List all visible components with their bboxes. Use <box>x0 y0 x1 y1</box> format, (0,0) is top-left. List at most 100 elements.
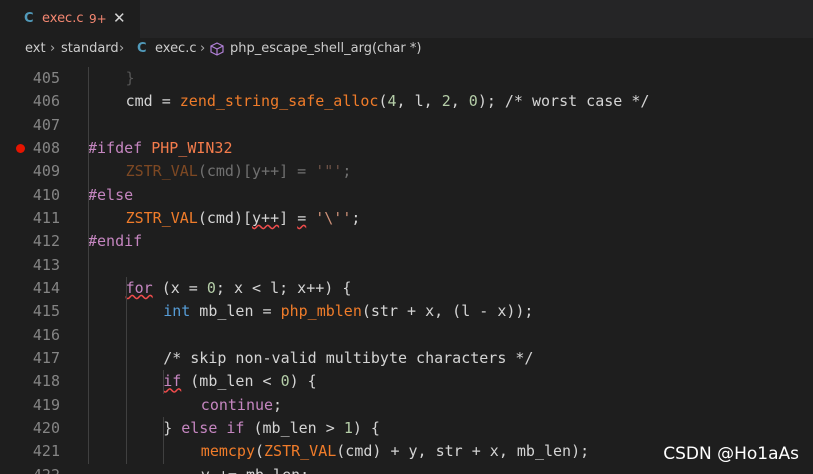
code-token: ; <box>342 162 352 181</box>
code-token: continue <box>200 395 274 414</box>
line-number: 416 <box>32 325 60 344</box>
breadcrumb-item-ext[interactable]: ext <box>25 41 46 56</box>
breadcrumb-item-standard[interactable]: standard <box>61 41 119 56</box>
code-token: 0 <box>206 278 216 297</box>
tab-bar: C exec.c 9+ ✕ <box>0 0 813 38</box>
code-token: = <box>152 92 180 111</box>
code-line[interactable]: 406 cmd = zend_string_safe_alloc(4, l, 2,… <box>0 90 813 113</box>
code-token: 1 <box>343 418 353 437</box>
chevron-right-icon: › <box>50 41 56 56</box>
code-editor[interactable]: 405} 406 cmd = zend_string_safe_alloc(4, l… <box>0 62 813 474</box>
code-line[interactable]: 412 #endif <box>0 230 813 253</box>
code-line[interactable]: 410 #else <box>0 184 813 207</box>
code-line[interactable]: 407 <box>0 114 813 137</box>
code-text: ZSTR_VAL(cmd)[y++] = '\''; <box>126 207 361 230</box>
line-number: 411 <box>32 208 60 227</box>
code-token: 4 <box>387 92 397 111</box>
code-line[interactable]: 422 y += mb_len; <box>0 464 813 474</box>
code-text: ZSTR_VAL(cmd)[y++] = '"'; <box>126 160 352 183</box>
code-token: , l, <box>396 92 442 111</box>
code-text: } <box>126 67 135 90</box>
code-token: else if <box>181 418 245 437</box>
chevron-right-icon: › <box>200 41 206 56</box>
code-text: y += mb_len; <box>201 464 309 474</box>
code-text: for (x = 0; x < l; x++) { <box>126 277 352 300</box>
code-token: ZSTR_VAL <box>125 208 198 227</box>
code-token: ZSTR_VAL <box>264 442 337 461</box>
code-token: ++ <box>261 162 280 181</box>
chevron-right-icon: › <box>119 41 125 56</box>
code-text: #ifdef PHP_WIN32 <box>88 137 233 160</box>
watermark: CSDN @Ho1aAs <box>663 444 799 464</box>
code-text: /* skip non-valid multibyte characters *… <box>163 347 533 370</box>
code-token: php_mblen <box>280 302 362 321</box>
c-file-icon: C <box>24 11 34 26</box>
code-line[interactable]: 416 <box>0 324 813 347</box>
code-text: int mb_len = php_mblen(str + x, (l - x))… <box>163 300 533 323</box>
code-line[interactable]: 405} <box>0 67 813 90</box>
code-token: ) { <box>324 278 352 297</box>
c-file-icon: C <box>137 41 147 56</box>
line-number: 412 <box>32 232 60 251</box>
code-line[interactable]: 411 ZSTR_VAL(cmd)[y++] = '\''; <box>0 207 813 230</box>
code-text: memcpy(ZSTR_VAL(cmd) + y, str + x, mb_le… <box>201 440 589 463</box>
code-text: #else <box>88 184 133 207</box>
code-token: ); <box>477 92 505 111</box>
code-token: } <box>163 418 182 437</box>
code-token: /* worst case */ <box>504 92 650 111</box>
code-token: /* skip non-valid multibyte characters *… <box>163 348 534 367</box>
code-token: ] <box>279 208 298 227</box>
code-token: (cmd)[ <box>197 208 253 227</box>
code-line[interactable]: 414 for (x = 0; x < l; x++) { <box>0 277 813 300</box>
code-line[interactable]: 418 if (mb_len < 0) { <box>0 370 813 393</box>
code-token: ZSTR_VAL <box>125 162 198 181</box>
code-line[interactable]: 409 ZSTR_VAL(cmd)[y++] = '"'; <box>0 160 813 183</box>
code-token: int <box>163 302 191 321</box>
indent-guide <box>125 276 127 464</box>
code-token: (cmd)[y <box>197 162 262 181</box>
code-token: memcpy <box>200 442 255 461</box>
code-line[interactable]: 419 continue; <box>0 394 813 417</box>
code-text: #endif <box>88 230 142 253</box>
line-number: 417 <box>32 348 60 367</box>
code-token: #else <box>88 185 134 204</box>
indent-guide <box>88 67 89 464</box>
code-token: ; x < l; x <box>215 278 307 297</box>
code-token: ; <box>351 208 361 227</box>
code-text: if (mb_len < 0) { <box>163 370 317 393</box>
line-number: 413 <box>32 255 60 274</box>
code-token: zend_string_safe_alloc <box>179 92 379 111</box>
code-token: '"' <box>315 162 343 181</box>
line-number: 422 <box>0 464 60 474</box>
code-line[interactable]: 420} else if (mb_len > 1) { <box>0 417 813 440</box>
close-icon[interactable]: ✕ <box>113 9 126 27</box>
problems-badge: 9+ <box>89 12 107 26</box>
code-token: (cmd) + y, str + x, mb_len); <box>336 442 590 461</box>
code-line[interactable]: 408 #ifdef PHP_WIN32 <box>0 137 813 160</box>
code-token: ; <box>273 395 283 414</box>
line-number: 419 <box>32 395 60 414</box>
line-number: 421 <box>32 442 60 461</box>
breadcrumb-item-symbol[interactable]: php_escape_shell_arg(char *) <box>230 41 421 56</box>
code-line[interactable]: 415 int mb_len = php_mblen(str + x, (l - … <box>0 300 813 323</box>
breadcrumb-item-file[interactable]: exec.c <box>155 41 197 56</box>
code-token: (x = <box>152 278 207 297</box>
code-token: = <box>297 208 307 227</box>
code-token: ++ <box>306 278 325 297</box>
tab-exec-c[interactable]: C exec.c 9+ ✕ <box>0 0 140 38</box>
code-token: if <box>163 372 182 391</box>
code-token: (mb_len > <box>244 418 344 437</box>
code-token: 2 <box>441 92 451 111</box>
line-number: 410 <box>32 185 60 204</box>
line-number: 408 <box>32 138 60 157</box>
code-text: cmd = zend_string_safe_alloc(4, l, 2, 0)… <box>126 90 650 113</box>
indent-guide <box>163 370 165 394</box>
code-token: ] = <box>279 162 316 181</box>
code-token: ) { <box>352 418 380 437</box>
code-token: #endif <box>88 232 143 251</box>
code-token: '\'' <box>315 208 352 227</box>
code-line[interactable]: 413 <box>0 254 813 277</box>
code-token: for <box>125 278 153 297</box>
code-line[interactable]: 417 /* skip non-valid multibyte character… <box>0 347 813 370</box>
